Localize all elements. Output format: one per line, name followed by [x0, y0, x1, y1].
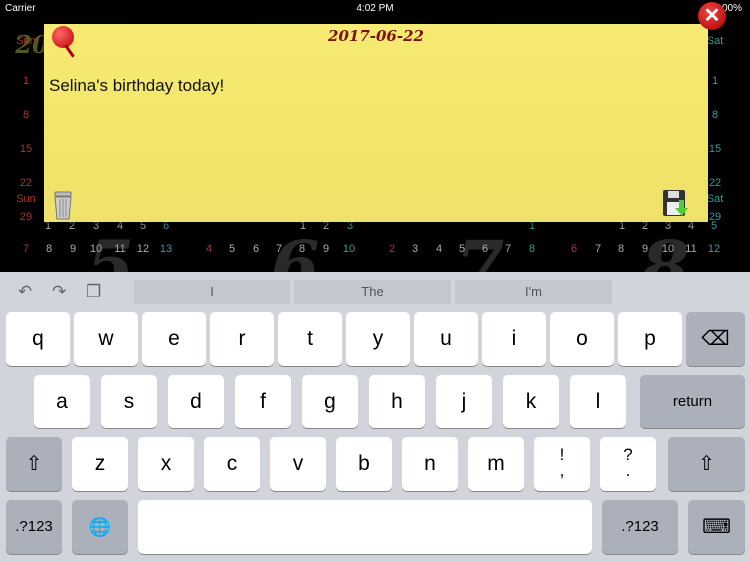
suggestion-1[interactable]: I: [134, 280, 290, 304]
key-p[interactable]: p: [618, 312, 682, 366]
key-?.[interactable]: ? .: [600, 437, 656, 491]
calendar-day: 8: [22, 109, 30, 121]
keyboard: ↶ ↷ ❐ I The I'm q w e r t y u i o p ⌫ a s d f g h j k l retu…: [0, 272, 750, 562]
calendar-day: 3: [411, 243, 419, 255]
key-w[interactable]: w: [74, 312, 138, 366]
calendar-day: 7: [275, 243, 283, 255]
undo-icon[interactable]: ↶: [18, 282, 32, 302]
close-icon: ✕: [703, 5, 721, 27]
key-d[interactable]: d: [168, 375, 224, 428]
calendar-day: 11: [685, 243, 697, 255]
key-i[interactable]: i: [482, 312, 546, 366]
calendar-day: 10: [661, 243, 675, 255]
calendar-day: 15: [19, 143, 33, 155]
calendar-day: 1: [22, 75, 30, 87]
calendar-day: 7: [594, 243, 602, 255]
calendar-day: 6: [252, 243, 260, 255]
return-key[interactable]: return: [640, 375, 745, 428]
calendar-day: 10: [89, 243, 103, 255]
key-u[interactable]: u: [414, 312, 478, 366]
calendar-day: 12: [707, 243, 721, 255]
floppy-save-icon[interactable]: [662, 188, 688, 218]
sticky-note: 2017-06-22 Selina's birthday today!: [44, 24, 708, 222]
calendar-day: 22: [19, 177, 33, 189]
key-s[interactable]: s: [101, 375, 157, 428]
calendar-day: 11: [114, 243, 126, 255]
key-c[interactable]: c: [204, 437, 260, 491]
weekday-sun: Sun: [16, 193, 36, 205]
note-text-input[interactable]: Selina's birthday today!: [49, 76, 224, 96]
key-t[interactable]: t: [278, 312, 342, 366]
calendar-day: 8: [528, 243, 536, 255]
shift-key[interactable]: ⇧: [6, 437, 62, 491]
calendar-day: 29: [19, 211, 33, 223]
calendar-day: 9: [69, 243, 77, 255]
numbers-key[interactable]: .?123: [6, 500, 62, 554]
paste-icon[interactable]: ❐: [86, 282, 101, 302]
calendar-day: 6: [570, 243, 578, 255]
key-z[interactable]: z: [72, 437, 128, 491]
key-v[interactable]: v: [270, 437, 326, 491]
backspace-key[interactable]: ⌫: [686, 312, 745, 366]
key-g[interactable]: g: [302, 375, 358, 428]
key-o[interactable]: o: [550, 312, 614, 366]
pushpin-icon: [52, 26, 74, 48]
calendar-day: 4: [435, 243, 443, 255]
numbers-key[interactable]: .?123: [602, 500, 678, 554]
calendar-day: 9: [322, 243, 330, 255]
key-b[interactable]: b: [336, 437, 392, 491]
note-date: 2017-06-22: [328, 27, 424, 45]
redo-icon[interactable]: ↷: [52, 282, 66, 302]
calendar-day: 8: [298, 243, 306, 255]
calendar-day: 5: [458, 243, 466, 255]
calendar-day: 8: [617, 243, 625, 255]
key-a[interactable]: a: [34, 375, 90, 428]
suggestion-2[interactable]: The: [294, 280, 451, 304]
key-k[interactable]: k: [503, 375, 559, 428]
space-bar[interactable]: [138, 500, 592, 554]
trash-icon[interactable]: [52, 190, 74, 220]
calendar-day: 6: [481, 243, 489, 255]
key-!,[interactable]: ! ,: [534, 437, 590, 491]
key-f[interactable]: f: [235, 375, 291, 428]
key-e[interactable]: e: [142, 312, 206, 366]
suggestion-3[interactable]: I'm: [455, 280, 612, 304]
key-l[interactable]: l: [570, 375, 626, 428]
calendar-day: 4: [205, 243, 213, 255]
calendar-day: 7: [22, 243, 30, 255]
calendar-day: 12: [136, 243, 150, 255]
calendar-day: 7: [504, 243, 512, 255]
calendar-day: 8: [45, 243, 53, 255]
calendar-day: 13: [159, 243, 173, 255]
key-j[interactable]: j: [436, 375, 492, 428]
shift-key[interactable]: ⇧: [668, 437, 745, 491]
key-q[interactable]: q: [6, 312, 70, 366]
key-r[interactable]: r: [210, 312, 274, 366]
key-m[interactable]: m: [468, 437, 524, 491]
close-button[interactable]: ✕: [698, 2, 726, 30]
globe-key[interactable]: 🌐: [72, 500, 128, 554]
dismiss-keyboard-key[interactable]: ⌨: [688, 500, 745, 554]
key-n[interactable]: n: [402, 437, 458, 491]
calendar-day: 5: [228, 243, 236, 255]
key-h[interactable]: h: [369, 375, 425, 428]
key-x[interactable]: x: [138, 437, 194, 491]
calendar-day: 10: [342, 243, 356, 255]
calendar-day: 9: [641, 243, 649, 255]
calendar-day: 2: [388, 243, 396, 255]
key-y[interactable]: y: [346, 312, 410, 366]
